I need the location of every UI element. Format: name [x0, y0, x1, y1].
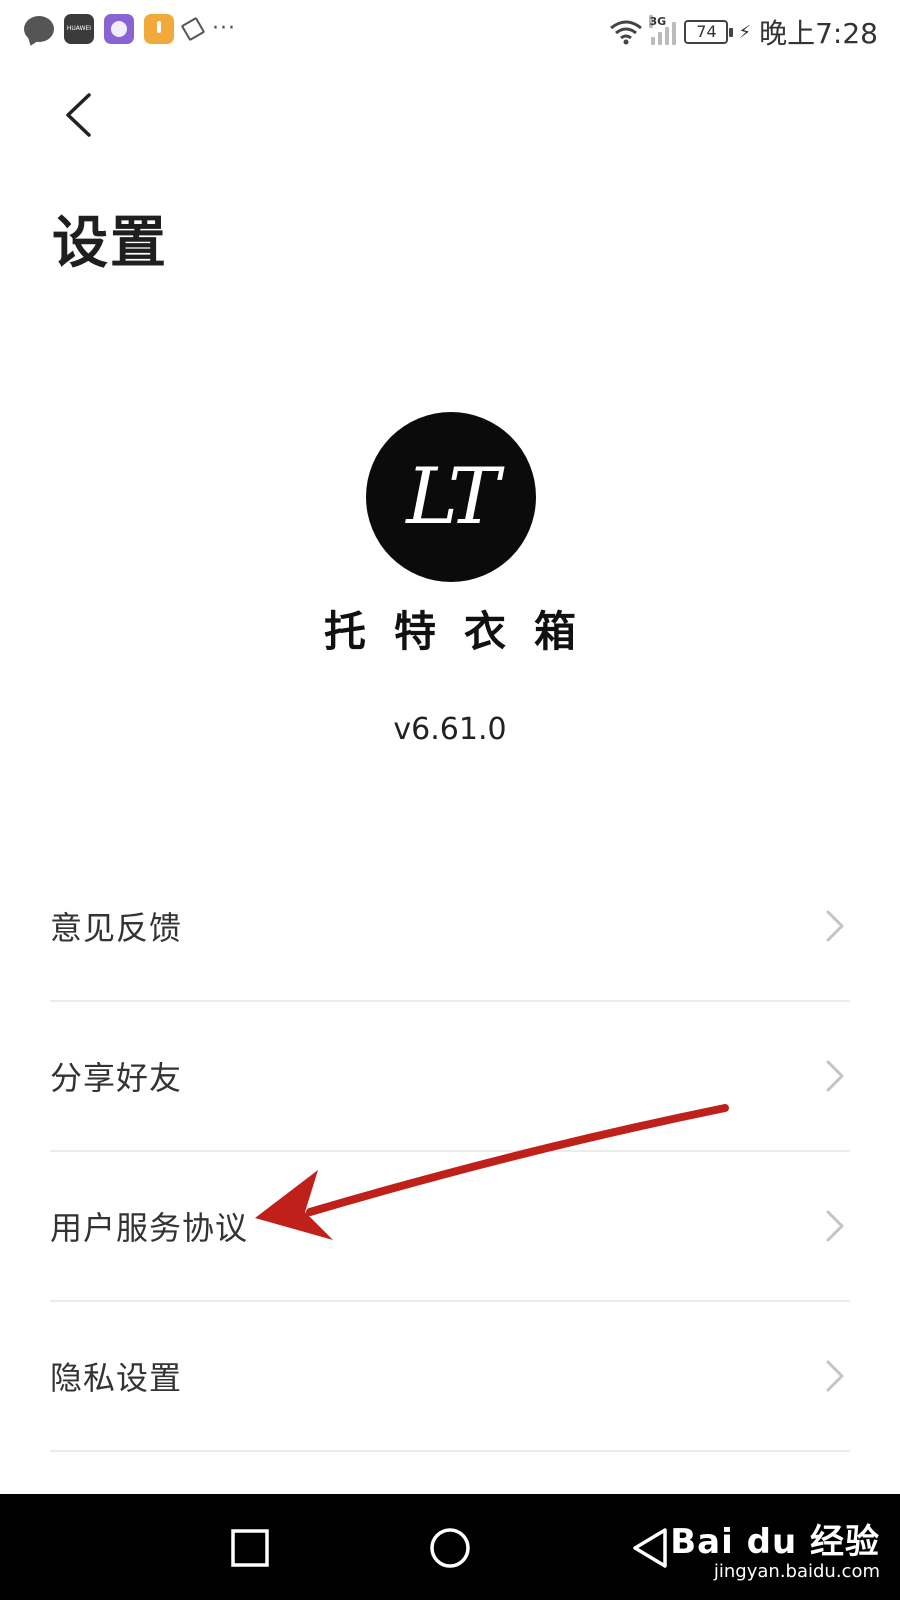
back-triangle-icon: [633, 1528, 667, 1568]
charging-icon: ⚡: [738, 21, 752, 43]
more-notifications-icon: ···: [212, 16, 236, 41]
home-icon: [430, 1528, 470, 1568]
chevron-right-icon: [826, 1360, 844, 1392]
message-icon: [24, 16, 54, 42]
home-button[interactable]: [420, 1518, 480, 1578]
purple-app-icon: [104, 14, 134, 44]
page-title: 设置: [52, 211, 168, 276]
recent-apps-button[interactable]: [220, 1518, 280, 1578]
watermark-url: jingyan.baidu.com: [713, 1561, 880, 1582]
menu-item-user-agreement[interactable]: 用户服务协议: [50, 1152, 850, 1302]
navigation-bar: Bai du 经验 jingyan.baidu.com: [0, 1494, 900, 1600]
menu-item-share[interactable]: 分享好友: [50, 1002, 850, 1152]
settings-menu: 意见反馈 分享好友 用户服务协议 隐私设置: [50, 852, 850, 1452]
menu-item-label: 分享好友: [50, 1059, 183, 1097]
menu-item-label: 用户服务协议: [50, 1209, 249, 1247]
menu-item-privacy[interactable]: 隐私设置: [50, 1302, 850, 1452]
baidu-watermark: Bai du 经验 jingyan.baidu.com: [670, 1514, 880, 1582]
chevron-right-icon: [826, 1060, 844, 1092]
pin-icon: [180, 16, 206, 42]
status-bar: HUAWEI ··· 3G 74 ⚡ 晚上7:28: [0, 0, 900, 62]
chevron-left-icon: [66, 93, 91, 137]
back-button[interactable]: [48, 82, 108, 148]
signal-icon: 3G: [649, 15, 677, 45]
wifi-icon: [610, 20, 643, 45]
app-version: v6.61.0: [393, 712, 507, 747]
brand-name: 托特衣箱: [323, 607, 604, 656]
huawei-store-icon: HUAWEI: [64, 14, 94, 44]
chevron-right-icon: [826, 910, 844, 942]
chevron-right-icon: [826, 1210, 844, 1242]
status-right-icons: 3G 74 ⚡ 晚上7:28: [609, 12, 878, 52]
watermark-title: Bai du 经验: [670, 1522, 880, 1562]
status-left-icons: HUAWEI ···: [24, 14, 236, 44]
menu-item-feedback[interactable]: 意见反馈: [50, 852, 850, 1002]
network-type: 3G: [649, 15, 667, 28]
menu-item-label: 意见反馈: [50, 909, 183, 947]
battery-icon: 74: [684, 20, 734, 44]
recent-apps-icon: [231, 1529, 269, 1567]
orange-app-icon: [144, 14, 174, 44]
app-logo: LT: [366, 412, 536, 582]
menu-item-label: 隐私设置: [50, 1359, 183, 1397]
status-time: 晚上7:28: [759, 17, 878, 50]
